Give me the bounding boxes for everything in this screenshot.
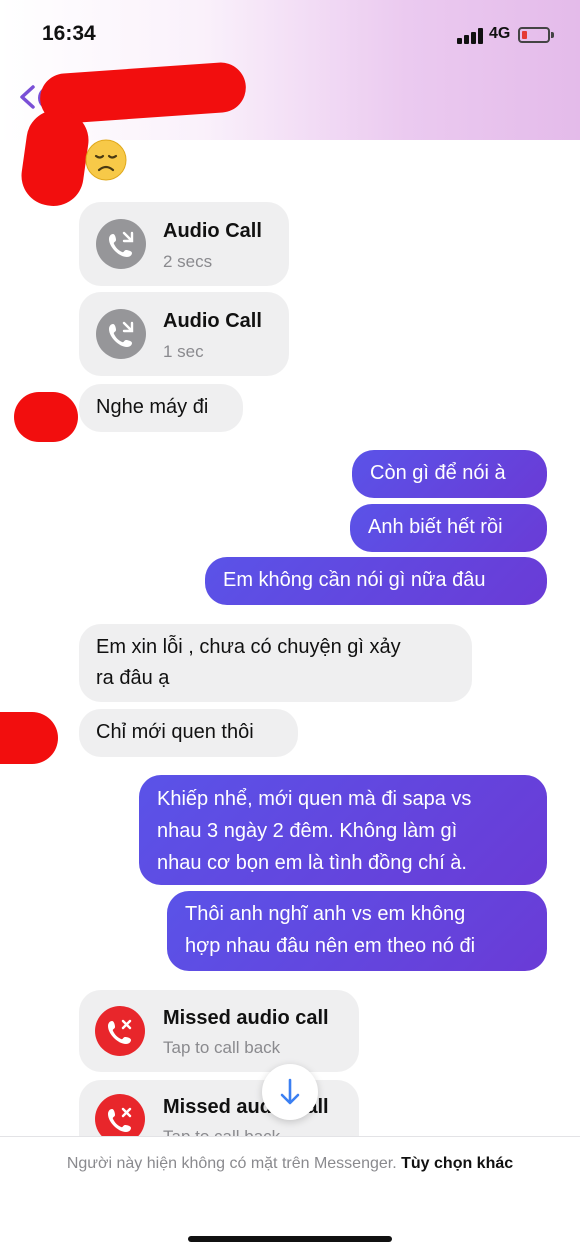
- outgoing-message[interactable]: Thôi anh nghĩ anh vs em không hợp nhau đ…: [167, 891, 547, 971]
- outgoing-message[interactable]: Em không cần nói gì nữa đâu: [205, 557, 547, 605]
- message-text: Còn gì để nói à: [370, 462, 506, 484]
- status-time: 16:34: [42, 22, 96, 45]
- message-text: Nghe máy đi: [96, 396, 209, 418]
- disappointed-face-emoji: [85, 139, 127, 181]
- arrow-down-icon: [280, 1078, 300, 1105]
- message-text: hợp nhau đâu nên em theo nó đi: [185, 935, 476, 957]
- incoming-message[interactable]: Nghe máy đi: [79, 384, 243, 432]
- battery-icon: [518, 27, 554, 43]
- outgoing-message[interactable]: Anh biết hết rồi: [350, 504, 547, 552]
- signal-icon: [457, 28, 485, 44]
- home-indicator: [188, 1236, 392, 1242]
- call-title: Missed audio call: [163, 1007, 329, 1029]
- message-text: Khiếp nhể, mới quen mà đi sapa vs: [157, 788, 472, 810]
- message-text: nhau 3 ngày 2 đêm. Không làm gì: [157, 820, 458, 842]
- message-text: Em không cần nói gì nữa đâu: [223, 569, 486, 591]
- more-options-link[interactable]: Tùy chọn khác: [401, 1155, 513, 1172]
- message-text: Em xin lỗi , chưa có chuyện gì xảy: [96, 636, 401, 658]
- incoming-message[interactable]: Chỉ mới quen thôi: [79, 709, 298, 757]
- message-text: Anh biết hết rồi: [368, 516, 503, 538]
- redacted-avatar: [0, 712, 58, 764]
- unavailable-text: Người này hiện không có mặt trên Messeng…: [66, 1155, 397, 1172]
- outgoing-message[interactable]: Khiếp nhể, mới quen mà đi sapa vs nhau 3…: [139, 775, 547, 885]
- call-duration: 2 secs: [163, 252, 213, 271]
- phone-outgoing-icon: [96, 219, 146, 269]
- scroll-to-bottom-button[interactable]: [262, 1064, 318, 1120]
- missed-call-icon: [95, 1006, 145, 1056]
- message-text: Chỉ mới quen thôi: [96, 721, 254, 743]
- phone-outgoing-icon: [96, 309, 146, 359]
- redacted-avatar: [14, 392, 78, 442]
- message-text: Thôi anh nghĩ anh vs em không: [185, 903, 466, 925]
- message-text: nhau cơ bọn em là tình đồng chí à.: [157, 852, 467, 874]
- message-text: ra đâu ạ: [96, 667, 170, 689]
- outgoing-message[interactable]: Còn gì để nói à: [352, 450, 547, 498]
- call-duration: 1 sec: [163, 342, 204, 361]
- unavailable-notice: Người này hiện không có mặt trên Messeng…: [40, 1152, 540, 1176]
- call-title: Audio Call: [163, 310, 262, 332]
- network-type: 4G: [489, 25, 511, 42]
- incoming-message[interactable]: Em xin lỗi , chưa có chuyện gì xảy ra đâ…: [79, 624, 472, 702]
- call-back-hint: Tap to call back: [163, 1038, 281, 1057]
- call-title: Audio Call: [163, 220, 262, 242]
